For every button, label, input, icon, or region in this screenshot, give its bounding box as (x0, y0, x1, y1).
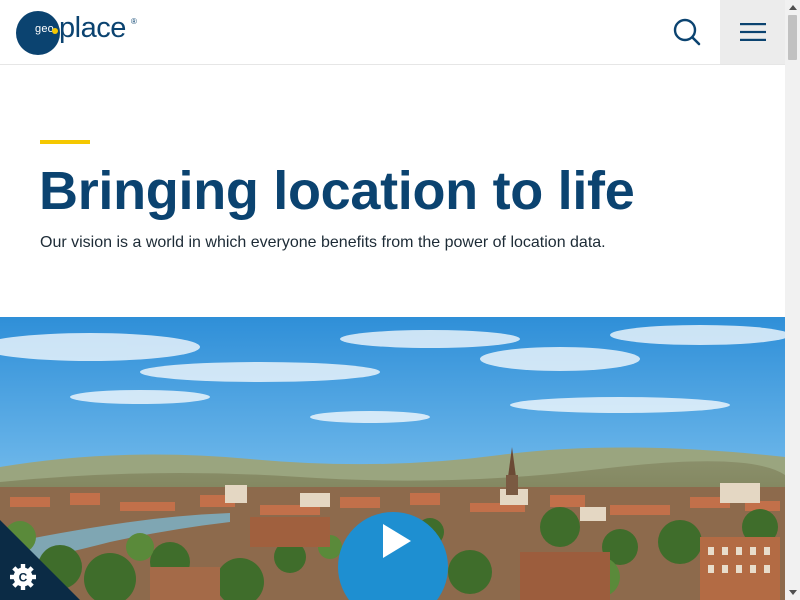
logo-registered-mark: ® (131, 17, 137, 26)
svg-text:C: C (19, 571, 28, 585)
menu-button[interactable] (720, 0, 785, 64)
hamburger-menu-icon (739, 23, 766, 41)
search-button[interactable] (664, 9, 710, 55)
scrollbar-thumb[interactable] (788, 15, 797, 60)
vertical-scrollbar[interactable] (785, 0, 800, 600)
search-icon (673, 18, 701, 46)
scroll-up-arrow[interactable] (785, 0, 800, 15)
scroll-down-arrow[interactable] (785, 585, 800, 600)
site-header: geo place ® (0, 0, 785, 65)
page: geo place ® Bringing location to life Ou… (0, 0, 785, 600)
logo-place-text: place (59, 12, 126, 44)
logo-geo-text: geo (35, 23, 54, 35)
geoplace-logo[interactable]: geo place ® (16, 10, 141, 56)
logo-dot (52, 28, 58, 34)
hero-subtitle: Our vision is a world in which everyone … (40, 234, 606, 251)
play-icon (383, 524, 411, 558)
hero-title: Bringing location to life (39, 161, 635, 221)
title-accent-bar (40, 140, 90, 144)
cookie-settings-button[interactable]: C (0, 520, 80, 600)
cookie-settings-icon: C (10, 564, 36, 590)
